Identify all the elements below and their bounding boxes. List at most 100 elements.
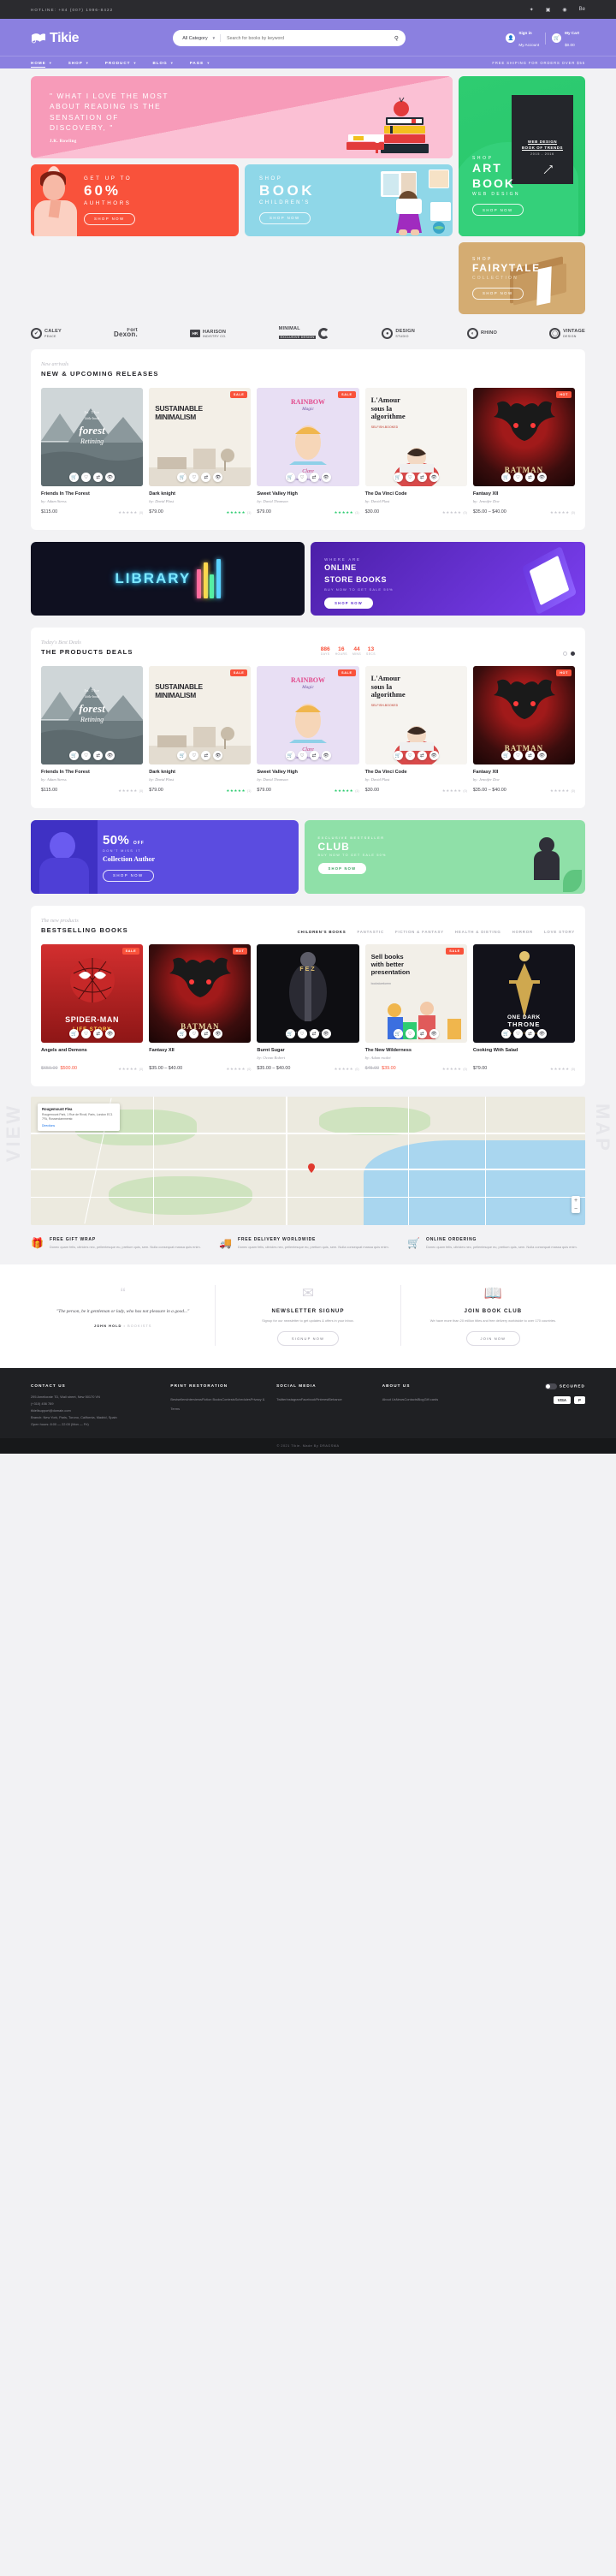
library-banner[interactable]: LIBRARY [31,542,305,616]
category-tab[interactable]: CHILDREN'S BOOKS [298,930,346,934]
compare-icon[interactable]: ⇄ [201,473,211,483]
add-to-cart-icon[interactable]: 🛒 [177,473,187,483]
online-store-banner[interactable]: WHERE ARE ONLINE STORE BOOKS BUY NOW TO … [311,542,585,616]
footer-link[interactable]: Contacts [404,1397,417,1401]
product-quick-actions[interactable]: 🛒 ♡ ⇄ 👁 [149,751,251,761]
compare-icon[interactable]: ⇄ [524,473,535,483]
red-banner-button[interactable]: SHOP NOW [84,212,135,225]
footer-link[interactable]: Instagram [287,1397,301,1401]
logo[interactable]: Tikie [31,31,80,46]
add-to-cart-icon[interactable]: 🛒 [69,751,80,761]
product-thumbnail[interactable]: BATMAN HOT 🛒 ♡ ⇄ 👁 [472,666,576,765]
product-thumbnail[interactable]: FEZ BURNT SUGAR 🛒 ♡ ⇄ 👁 [257,944,359,1044]
product-thumbnail[interactable]: BATMAN HOT 🛒 ♡ ⇄ 👁 [472,388,576,487]
add-to-cart-icon[interactable]: 🛒 [500,473,511,483]
compare-icon[interactable]: ⇄ [93,473,104,483]
footer-link[interactable]: About Us [382,1397,396,1401]
product-thumbnail[interactable]: Sell books with better presentation bookst… [364,944,467,1044]
carousel-dot[interactable] [563,651,567,657]
quote-banner[interactable]: " WHAT I LOVE THE MOST ABOUT READING IS … [31,76,453,158]
product-thumbnail[interactable]: L'Amour sous la algorithme SELFISH-BOOKED … [364,388,467,487]
category-tab[interactable]: FICTION & FANTASY [395,930,444,934]
add-to-cart-icon[interactable]: 🛒 [285,751,295,761]
product-quick-actions[interactable]: 🛒 ♡ ⇄ 👁 [365,473,467,483]
quickview-icon[interactable]: 👁 [429,751,439,761]
add-to-cart-icon[interactable]: 🛒 [500,751,511,761]
category-tab[interactable]: HEALTH & DIETING [455,930,501,934]
footer-link[interactable]: Fiction Books [202,1397,222,1401]
product-card[interactable]: RAINBOW Magic Clare Jan Carlog Rainy SAL… [257,388,359,516]
map-directions-link[interactable]: Directions [42,1124,116,1127]
map-canvas[interactable]: Rougemount Flea Rougemount Park, 1 Rue d… [31,1097,585,1226]
product-quick-actions[interactable]: 🛒 ♡ ⇄ 👁 [149,1029,251,1039]
product-name[interactable]: The New Wilderness [365,1048,467,1053]
product-thumbnail[interactable]: SPIDER-MAN LIFE STORY SALE 🛒 ♡ ⇄ 👁 [41,944,144,1044]
product-name[interactable]: Angels and Demons [41,1048,143,1053]
footer-link[interactable]: News [396,1397,405,1401]
add-to-cart-icon[interactable]: 🛒 [69,473,80,483]
product-name[interactable]: Fantasy XII [473,770,575,775]
quickview-icon[interactable]: 👁 [105,1029,116,1039]
product-quick-actions[interactable]: 🛒 ♡ ⇄ 👁 [41,473,143,483]
brand-logo[interactable]: ✔ CALEY PEACE [31,328,62,340]
green-banner-button[interactable]: SHOP NOW [472,204,524,216]
quickview-icon[interactable]: 👁 [105,751,116,761]
wishlist-icon[interactable]: ♡ [81,473,92,483]
product-card[interactable]: Sell books with better presentation bookst… [364,944,467,1073]
add-to-cart-icon[interactable]: 🛒 [69,1029,80,1039]
wishlist-icon[interactable]: ♡ [405,473,415,483]
compare-icon[interactable]: ⇄ [524,751,535,761]
compare-icon[interactable]: ⇄ [309,1029,319,1039]
brand-logo[interactable]: ● DESIGN STUDIO [382,328,415,340]
product-card[interactable]: RAINBOW Magic Clare Jan Carlog Rainy SAL… [257,666,359,794]
add-to-cart-icon[interactable]: 🛒 [177,751,187,761]
product-name[interactable]: Friends In The Forest [41,770,143,775]
product-name[interactable]: Dark knight [149,491,251,497]
category-tab[interactable]: LOVE STORY [544,930,575,934]
add-to-cart-icon[interactable]: 🛒 [393,751,403,761]
wishlist-icon[interactable]: ♡ [297,473,307,483]
compare-icon[interactable]: ⇄ [524,1029,535,1039]
carousel-dots[interactable] [563,651,575,657]
wishlist-icon[interactable]: ♡ [297,751,307,761]
product-quick-actions[interactable]: 🛒 ♡ ⇄ 👁 [365,751,467,761]
quickview-icon[interactable]: 👁 [429,1029,439,1039]
quickview-icon[interactable]: 👁 [213,1029,223,1039]
theme-toggle[interactable] [545,1383,558,1390]
compare-icon[interactable]: ⇄ [417,1029,427,1039]
product-thumbnail[interactable]: SUSTAINABLE MINIMALISM SALE 🛒 ♡ ⇄ 👁 [149,666,252,765]
quickview-icon[interactable]: 👁 [536,751,547,761]
cta-button[interactable]: SIGNUP NOW [276,1331,340,1347]
brand-logo[interactable]: Fort Dexon. [114,328,138,339]
brand-logo[interactable]: ◐ RHINO [467,328,497,340]
search-bar[interactable]: All Category ▼ ⚲ [173,30,406,46]
product-thumbnail[interactable]: SUSTAINABLE MINIMALISM SALE 🛒 ♡ ⇄ 👁 [149,388,252,487]
wishlist-icon[interactable]: ♡ [405,1029,415,1039]
compare-icon[interactable]: ⇄ [309,473,319,483]
wishlist-icon[interactable]: ♡ [189,473,199,483]
quickview-icon[interactable]: 👁 [536,1029,547,1039]
twitter-icon[interactable]: ✦ [530,7,534,13]
wishlist-icon[interactable]: ♡ [405,751,415,761]
wishlist-icon[interactable]: ♡ [189,751,199,761]
product-quick-actions[interactable]: 🛒 ♡ ⇄ 👁 [473,473,575,483]
product-card[interactable]: L'Amour sous la algorithme SELFISH-BOOKED … [364,388,467,516]
instagram-icon[interactable]: ▣ [546,7,551,13]
add-to-cart-icon[interactable]: 🛒 [393,473,403,483]
book-club-banner[interactable]: EXCLUSIVE BESTSELLER CLUB BUY NOW TO GET… [304,820,585,895]
product-card[interactable]: SUSTAINABLE MINIMALISM SALE 🛒 ♡ ⇄ 👁 Dark … [149,666,252,794]
product-name[interactable]: Sweet Valley High [257,491,358,497]
footer-link[interactable]: Facebook [301,1397,316,1401]
product-card[interactable]: L'Amour sous la algorithme SELFISH-BOOKED … [364,666,467,794]
product-card[interactable]: In The little book forest Retining 🛒 ♡ ⇄… [41,666,144,794]
product-name[interactable]: Fantasy XII [149,1048,251,1053]
product-quick-actions[interactable]: 🛒 ♡ ⇄ 👁 [365,1029,467,1039]
product-name[interactable]: The Da Vinci Code [365,770,467,775]
product-quick-actions[interactable]: 🛒 ♡ ⇄ 👁 [149,473,251,483]
product-name[interactable]: Dark knight [149,770,251,775]
product-name[interactable]: Burnt Sugar [257,1048,358,1053]
search-input[interactable] [221,35,395,41]
product-quick-actions[interactable]: 🛒 ♡ ⇄ 👁 [41,751,143,761]
compare-icon[interactable]: ⇄ [93,751,104,761]
tan-banner-button[interactable]: SHOP NOW [472,287,524,300]
